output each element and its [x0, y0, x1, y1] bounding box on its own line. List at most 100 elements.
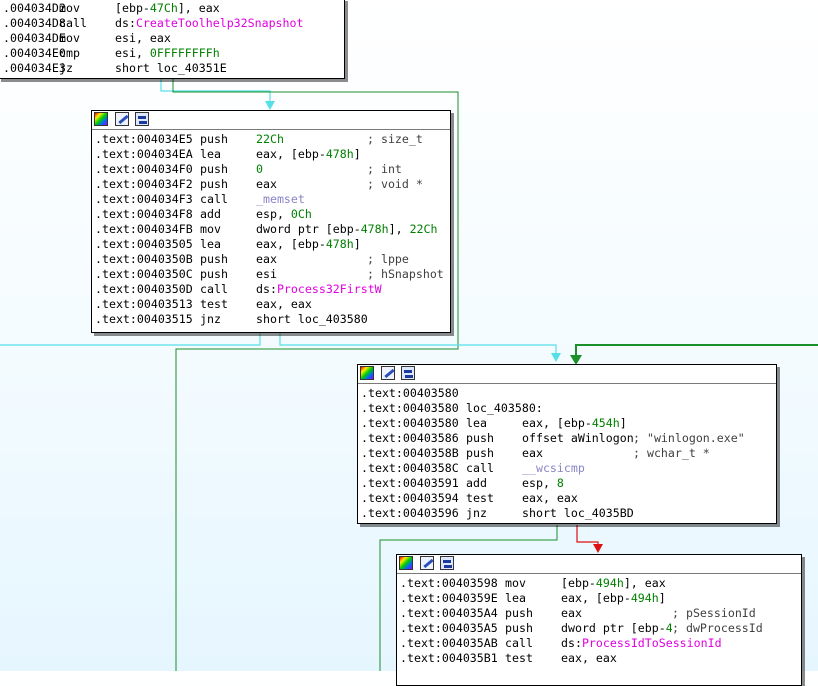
asm-line[interactable]: .text:004034EA lea eax, [ebp-478h]	[95, 147, 447, 162]
mnemonic: push	[200, 132, 228, 146]
mnemonic: test	[505, 651, 533, 665]
code-block-snapshot[interactable]: .004034D2mov [ebp-47Ch], eax .004034D8call…	[0, 0, 345, 79]
address: .text:00403596	[361, 506, 459, 520]
color-palette-icon[interactable]	[399, 556, 413, 570]
asm-line[interactable]: .004034D8call ds:CreateToolhelp32Snapshot	[3, 16, 341, 31]
rename-pencil-icon[interactable]	[115, 112, 129, 126]
operand: __wcsicmp	[522, 461, 585, 475]
asm-line[interactable]: .text:00403580	[361, 386, 773, 401]
operand: eax, eax	[256, 297, 312, 311]
operand: eax, [ebp-	[561, 591, 631, 605]
address: .text:00403513	[95, 297, 193, 311]
mnemonic: push	[466, 446, 494, 460]
operand: esi, eax	[115, 31, 171, 45]
mnemonic: push	[200, 177, 228, 191]
asm-line[interactable]: .004034D2mov [ebp-47Ch], eax	[3, 1, 341, 16]
comment: ; lppe	[367, 252, 409, 267]
operand: eax	[256, 177, 277, 191]
rename-pencil-icon[interactable]	[381, 366, 395, 380]
color-palette-icon[interactable]	[94, 112, 108, 126]
asm-line[interactable]: .text:00403515 jnz short loc_403580	[95, 312, 447, 327]
operand: esp,	[256, 207, 291, 221]
operand: esp,	[522, 476, 557, 490]
asm-line[interactable]: .text:00403580 loc_403580:	[361, 401, 773, 416]
graph-overview-icon[interactable]	[440, 556, 454, 570]
asm-line[interactable]: .text:004034E5 push 22Ch ; size_t	[95, 132, 447, 147]
asm-line[interactable]: .004034E3jz short loc_40351E	[3, 61, 341, 76]
graph-overview-icon[interactable]	[135, 112, 149, 126]
asm-line[interactable]: .004034DEmov esi, eax	[3, 31, 341, 46]
address: .004034E3	[3, 61, 66, 75]
address: .text:004035A4	[400, 606, 498, 620]
mnemonic: mov	[59, 31, 80, 45]
asm-line[interactable]: .text:00403513 test eax, eax	[95, 297, 447, 312]
asm-line[interactable]: .text:00403505 lea eax, [ebp-478h]	[95, 237, 447, 252]
asm-line[interactable]: .text:0040350D call ds:Process32FirstW	[95, 282, 447, 297]
asm-line[interactable]: .text:00403591 add esp, 8	[361, 476, 773, 491]
rename-pencil-icon[interactable]	[420, 556, 434, 570]
asm-line[interactable]: .text:0040350B push eax ; lppe	[95, 252, 447, 267]
operand: _memset	[256, 192, 305, 206]
mnemonic: push	[505, 621, 533, 635]
code-block-loc-403580[interactable]: .text:00403580 .text:00403580 loc_403580:.…	[357, 364, 777, 524]
mnemonic: jnz	[466, 506, 487, 520]
asm-line[interactable]: .text:004035A4 push eax ; pSessionId	[400, 606, 798, 621]
address: .text:004034F3	[95, 192, 193, 206]
address: .text:00403580	[361, 386, 459, 400]
operand: esi,	[115, 46, 150, 60]
asm-line[interactable]: .text:0040358B push eax ; wchar_t *	[361, 446, 773, 461]
asm-line[interactable]: .text:00403596 jnz short loc_4035BD	[361, 506, 773, 521]
operand: 478h	[360, 222, 389, 236]
address: .text:0040350B	[95, 252, 193, 266]
code-block-session-id[interactable]: .text:00403598 mov [ebp-494h], eax .text:00…	[396, 554, 802, 686]
comment: ; dwProcessId	[672, 621, 763, 636]
mnemonic: test	[200, 297, 228, 311]
address: .text:004034E5	[95, 132, 193, 146]
operand: 47Ch	[149, 1, 178, 15]
asm-line[interactable]: .004034E0cmp esi, 0FFFFFFFFh	[3, 46, 341, 61]
asm-line[interactable]: .text:0040359E lea eax, [ebp-494h]	[400, 591, 798, 606]
mnemonic: jnz	[200, 312, 221, 326]
asm-line[interactable]: .text:004035B1 test eax, eax	[400, 651, 798, 666]
address: .text:00403580	[361, 416, 459, 430]
comment: ; size_t	[367, 132, 423, 147]
operand: ds:	[115, 16, 136, 30]
mnemonic: push	[200, 252, 228, 266]
code-block-process32first[interactable]: .text:004034E5 push 22Ch; size_t .text:0040…	[91, 110, 451, 333]
edge-block2-to-block3	[279, 333, 557, 356]
graph-overview-icon[interactable]	[401, 366, 415, 380]
asm-line[interactable]: .text:004034F8 add esp, 0Ch	[95, 207, 447, 222]
comment: ; hSnapshot	[367, 267, 444, 282]
asm-line[interactable]: .text:00403580 lea eax, [ebp-454h]	[361, 416, 773, 431]
asm-line[interactable]: .text:004034FB mov dword ptr [ebp-478h], 2…	[95, 222, 447, 237]
asm-line[interactable]: .text:00403598 mov [ebp-494h], eax	[400, 576, 798, 591]
operand: CreateToolhelp32Snapshot	[135, 16, 304, 30]
operand: eax, eax	[522, 491, 578, 505]
asm-line[interactable]: .text:004034F3 call _memset	[95, 192, 447, 207]
asm-line[interactable]: .text:004035AB call ds:ProcessIdToSessionI…	[400, 636, 798, 651]
address: .text:0040350D	[95, 282, 193, 296]
mnemonic: call	[505, 636, 533, 650]
operand: eax, [ebp-	[256, 237, 326, 251]
asm-line[interactable]: .text:0040350C push esi ; hSnapshot	[95, 267, 447, 282]
block3-body: .text:00403580 .text:00403580 loc_403580:.…	[358, 384, 776, 524]
operand: 0Ch	[290, 207, 312, 221]
asm-line[interactable]: .text:004035A5pushdword ptr [ebp-470h] ;…	[400, 621, 798, 636]
color-palette-icon[interactable]	[360, 366, 374, 380]
edge-arrowhead	[551, 353, 561, 362]
asm-line[interactable]: .text:0040358C call __wcsicmp	[361, 461, 773, 476]
block4-body: .text:00403598 mov [ebp-494h], eax .text:00…	[397, 574, 801, 669]
asm-line[interactable]: .text:004034F0 push 0 ; int	[95, 162, 447, 177]
block4-header	[397, 555, 801, 574]
asm-line[interactable]: .text:004034F2 push eax ; void *	[95, 177, 447, 192]
operand: ]	[619, 416, 627, 430]
asm-line[interactable]: .text:00403586 push offset aWinlogonExe ; …	[361, 431, 773, 446]
operand: 494h	[630, 591, 659, 605]
address: .004034DE	[3, 31, 66, 45]
mnemonic: lea	[200, 237, 221, 251]
operand: ]	[353, 147, 361, 161]
address: .text:004035A5	[400, 621, 498, 635]
asm-line[interactable]: .text:00403594 test eax, eax	[361, 491, 773, 506]
operand: 454h	[591, 416, 620, 430]
mnemonic: call	[200, 282, 228, 296]
